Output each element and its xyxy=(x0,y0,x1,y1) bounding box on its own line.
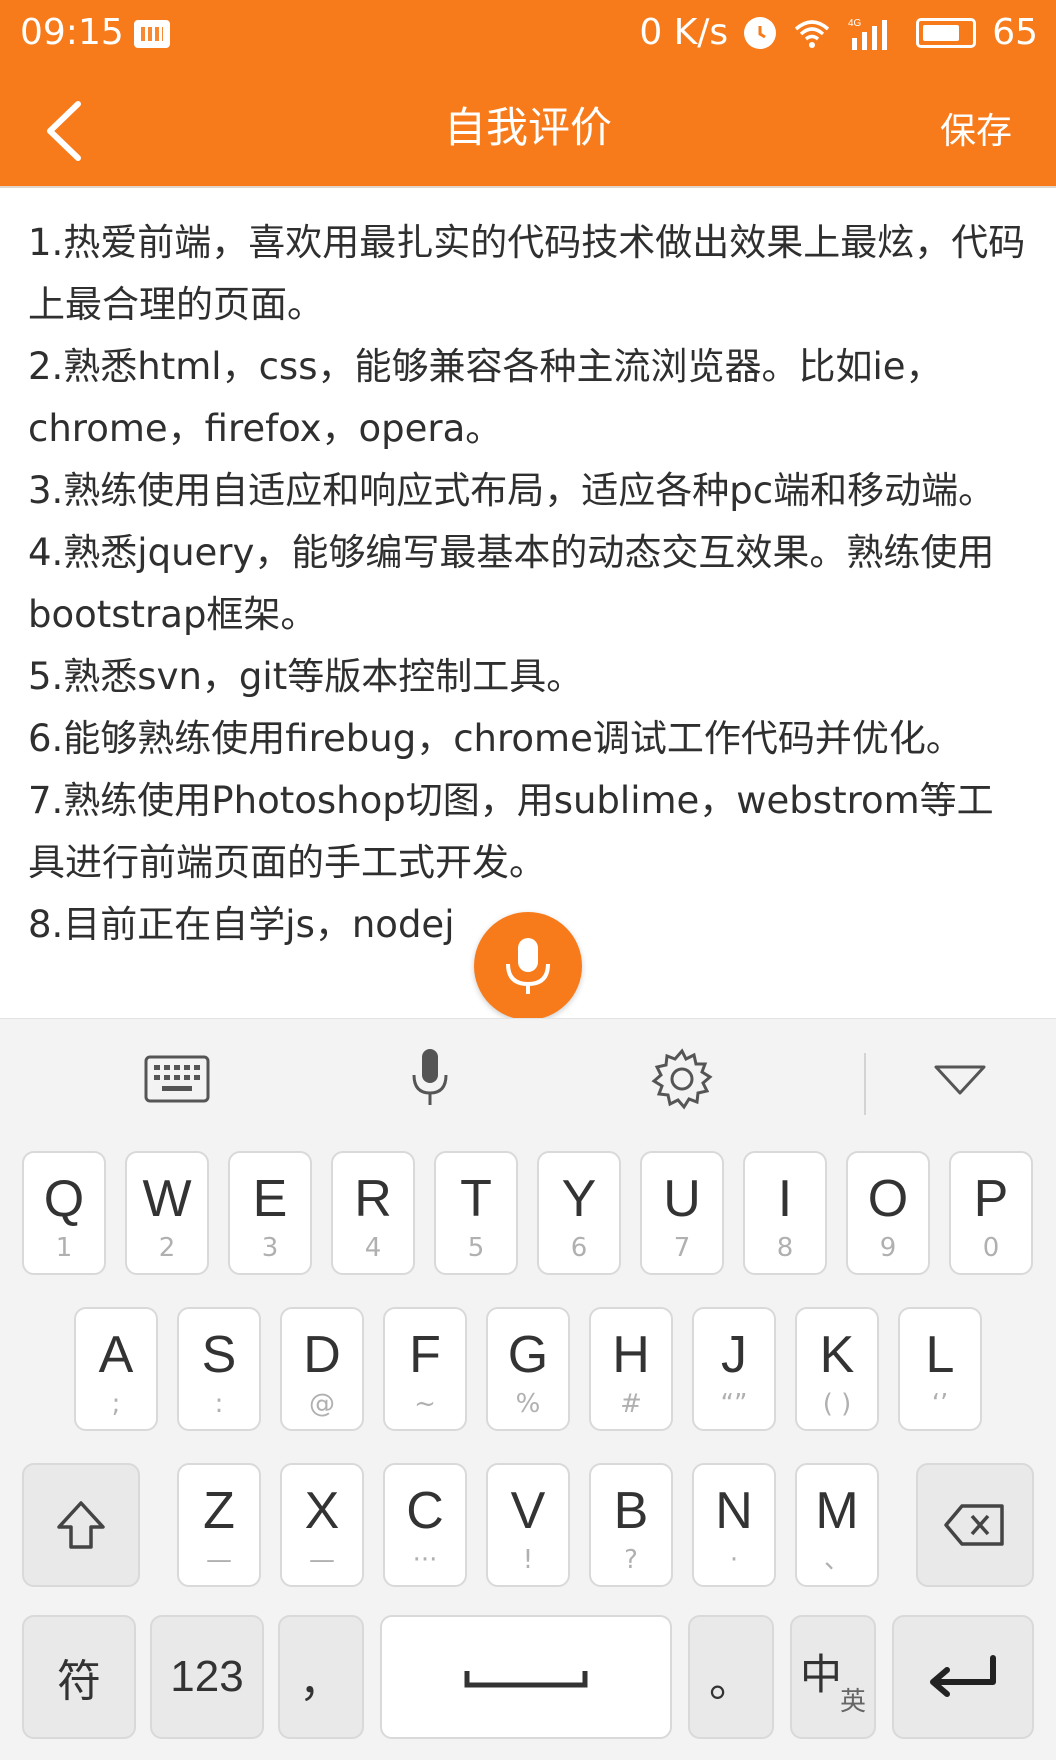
key-v[interactable]: V! xyxy=(486,1463,570,1587)
key-z[interactable]: Z — xyxy=(177,1463,261,1587)
microphone-icon[interactable] xyxy=(392,1041,468,1117)
key-b[interactable]: B? xyxy=(589,1463,673,1587)
key-h[interactable]: H # xyxy=(589,1307,673,1431)
key-t[interactable]: T5 xyxy=(434,1151,518,1275)
symbol-key[interactable]: 符 xyxy=(22,1615,136,1739)
app-header: 自我评价 保存 xyxy=(0,70,1056,188)
period-key[interactable]: 。 xyxy=(688,1615,774,1739)
space-key[interactable] xyxy=(380,1615,672,1739)
language-switch-key[interactable]: 中 英 xyxy=(790,1615,876,1739)
key-d[interactable]: D @ xyxy=(280,1307,364,1431)
key-e[interactable]: E3 xyxy=(228,1151,312,1275)
signal-icon: 4G xyxy=(848,16,900,50)
key-l[interactable]: L ‘’ xyxy=(898,1307,982,1431)
comma-key[interactable]: ， xyxy=(278,1615,364,1739)
key-o[interactable]: O9 xyxy=(846,1151,930,1275)
backspace-key[interactable] xyxy=(916,1463,1034,1587)
keyboard-icon[interactable] xyxy=(140,1041,216,1117)
page-title: 自我评价 xyxy=(443,103,612,152)
alarm-icon xyxy=(744,16,777,49)
status-time: 09:15 xyxy=(20,12,124,53)
key-j[interactable]: J “” xyxy=(692,1307,776,1431)
key-f[interactable]: F ~ xyxy=(383,1307,467,1431)
key-q[interactable]: Q1 xyxy=(22,1151,106,1275)
key-u[interactable]: U7 xyxy=(640,1151,724,1275)
save-button[interactable]: 保存 xyxy=(940,102,1012,154)
shift-key[interactable] xyxy=(22,1463,140,1587)
paragraph: 1.热爱前端，喜欢用最扎实的代码技术做出效果上最炫，代码上最合理的页面。 xyxy=(28,221,1026,326)
key-c[interactable]: C ··· xyxy=(383,1463,467,1587)
key-m[interactable]: M、 xyxy=(795,1463,879,1587)
key-i[interactable]: I8 xyxy=(743,1151,827,1275)
network-type-label: 4G xyxy=(848,18,862,29)
key-p[interactable]: P0 xyxy=(949,1151,1033,1275)
paragraph: 5.熟悉svn，git等版本控制工具。 xyxy=(28,655,584,698)
space-icon xyxy=(382,1617,670,1737)
shift-icon xyxy=(24,1465,138,1585)
key-r[interactable]: R4 xyxy=(331,1151,415,1275)
number-key[interactable]: 123 xyxy=(150,1615,264,1739)
paragraph: 2.熟悉html，css，能够兼容各种主流浏览器。比如ie，chrome，fir… xyxy=(28,345,943,450)
backspace-icon xyxy=(918,1465,1032,1585)
paragraph: 7.熟练使用Photoshop切图，用sublime，webstrom等工具进行… xyxy=(28,779,994,884)
key-a[interactable]: A; xyxy=(74,1307,158,1431)
wifi-icon xyxy=(792,17,832,49)
self-evaluation-textarea[interactable]: 1.热爱前端，喜欢用最扎实的代码技术做出效果上最炫，代码上最合理的页面。 2.熟… xyxy=(28,212,1028,1012)
battery-level: 65 xyxy=(992,12,1038,53)
voice-input-button[interactable] xyxy=(474,912,582,1020)
key-g[interactable]: G% xyxy=(486,1307,570,1431)
key-n[interactable]: N · xyxy=(692,1463,776,1587)
key-x[interactable]: X — xyxy=(280,1463,364,1587)
enter-icon xyxy=(894,1617,1032,1737)
microphone-icon xyxy=(506,938,550,994)
soft-keyboard: Q1 W2 E3 R4 T5 Y6 U7 I8 O9 P0 A; S: D @ F… xyxy=(0,1018,1056,1760)
status-bar: 09:15 0 K/s 4G 65 xyxy=(0,0,1056,70)
collapse-icon[interactable] xyxy=(922,1041,998,1117)
key-s[interactable]: S: xyxy=(177,1307,261,1431)
toolbar-divider xyxy=(864,1053,866,1115)
paragraph: 4.熟悉jquery，能够编写最基本的动态交互效果。熟练使用bootstrap框… xyxy=(28,531,995,636)
header-divider xyxy=(0,186,1056,188)
keyboard-toolbar xyxy=(0,1019,1056,1137)
key-y[interactable]: Y6 xyxy=(537,1151,621,1275)
key-w[interactable]: W2 xyxy=(125,1151,209,1275)
net-speed: 0 K/s xyxy=(639,12,729,53)
paragraph: 6.能够熟练使用firebug，chrome调试工作代码并优化。 xyxy=(28,717,963,760)
gear-icon[interactable] xyxy=(644,1041,720,1117)
keyboard-status-icon xyxy=(134,20,170,48)
battery-icon xyxy=(916,17,977,48)
paragraph: 3.熟练使用自适应和响应式布局，适应各种pc端和移动端。 xyxy=(28,469,996,512)
enter-key[interactable] xyxy=(892,1615,1034,1739)
key-k[interactable]: K( ) xyxy=(795,1307,879,1431)
